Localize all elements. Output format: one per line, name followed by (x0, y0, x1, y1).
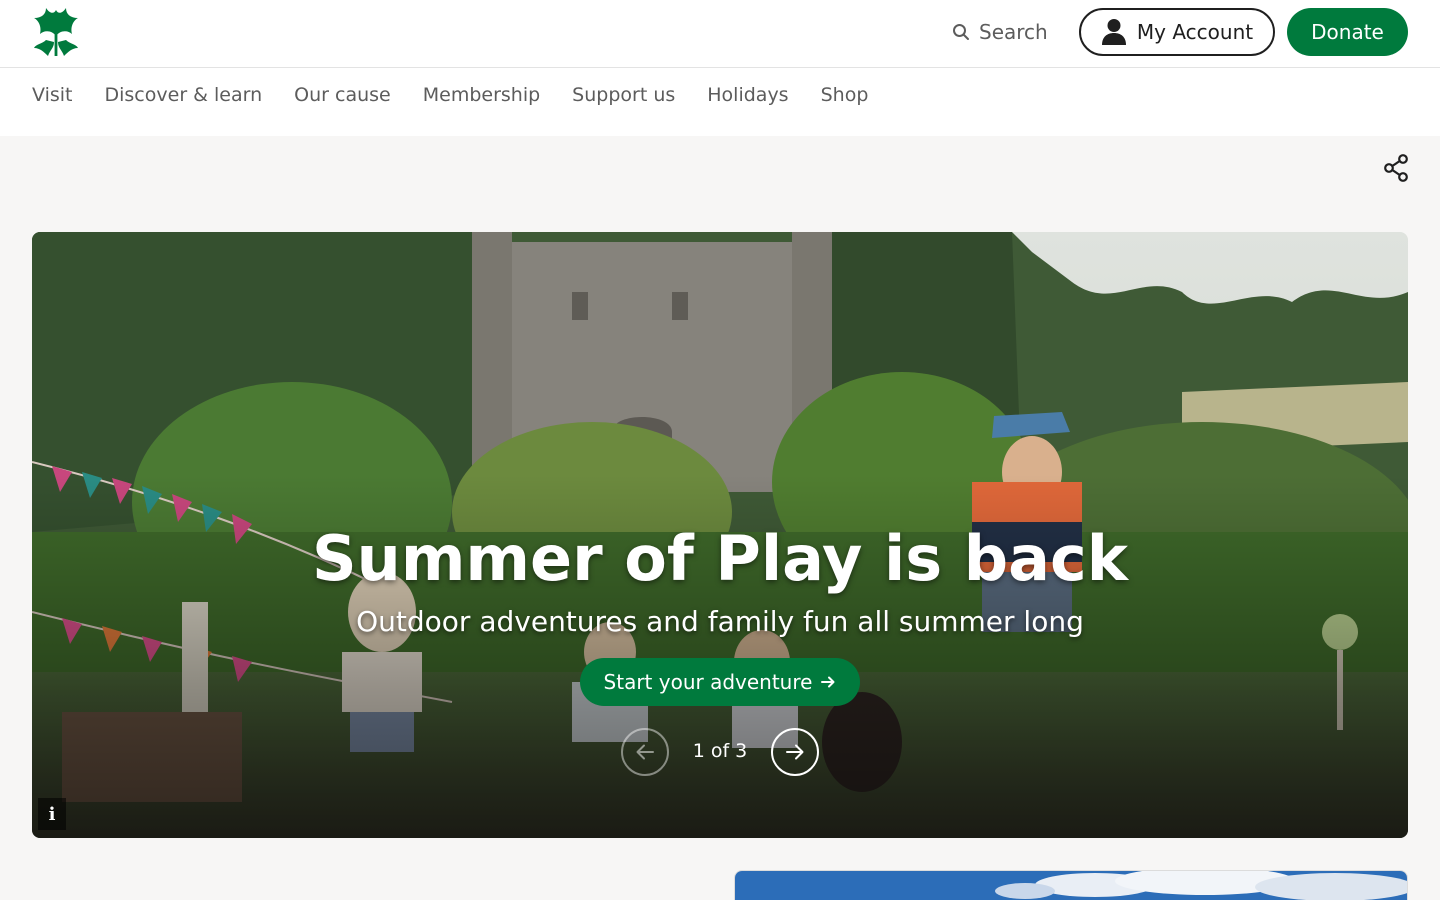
start-adventure-button[interactable]: Start your adventure (580, 658, 860, 706)
hero-carousel: Summer of Play is back Outdoor adventure… (32, 232, 1408, 838)
search-icon (953, 24, 969, 40)
carousel-next-button[interactable] (771, 728, 819, 776)
card-image (735, 871, 1407, 900)
nav-item-our-cause[interactable]: Our cause (294, 84, 391, 106)
oak-leaf-logo[interactable] (30, 6, 82, 58)
hero-title: Summer of Play is back (312, 522, 1128, 595)
nav-item-discover-learn[interactable]: Discover & learn (105, 84, 263, 106)
hero-subtitle: Outdoor adventures and family fun all su… (356, 605, 1084, 638)
my-account-button[interactable]: My Account (1079, 8, 1275, 56)
arrow-left-icon (636, 744, 654, 760)
share-icon[interactable] (1383, 154, 1409, 182)
next-content-card[interactable] (734, 870, 1408, 900)
image-info-button[interactable]: i (38, 798, 66, 830)
donate-button[interactable]: Donate (1287, 8, 1408, 56)
arrow-right-icon (786, 744, 804, 760)
carousel-prev-button[interactable] (621, 728, 669, 776)
search-label: Search (979, 20, 1048, 44)
nav-item-visit[interactable]: Visit (32, 84, 73, 106)
site-header: Search My Account Donate (0, 0, 1440, 68)
search-button[interactable]: Search (951, 18, 1048, 46)
account-label: My Account (1136, 20, 1254, 44)
user-icon (1101, 19, 1126, 45)
nav-item-membership[interactable]: Membership (423, 84, 540, 106)
main-nav: Visit Discover & learn Our cause Members… (0, 68, 1440, 136)
arrow-right-icon (821, 676, 835, 688)
cta-label: Start your adventure (603, 670, 813, 694)
carousel-counter: 1 of 3 (692, 740, 748, 762)
nav-item-support-us[interactable]: Support us (572, 84, 675, 106)
nav-item-holidays[interactable]: Holidays (707, 84, 788, 106)
nav-item-shop[interactable]: Shop (821, 84, 869, 106)
